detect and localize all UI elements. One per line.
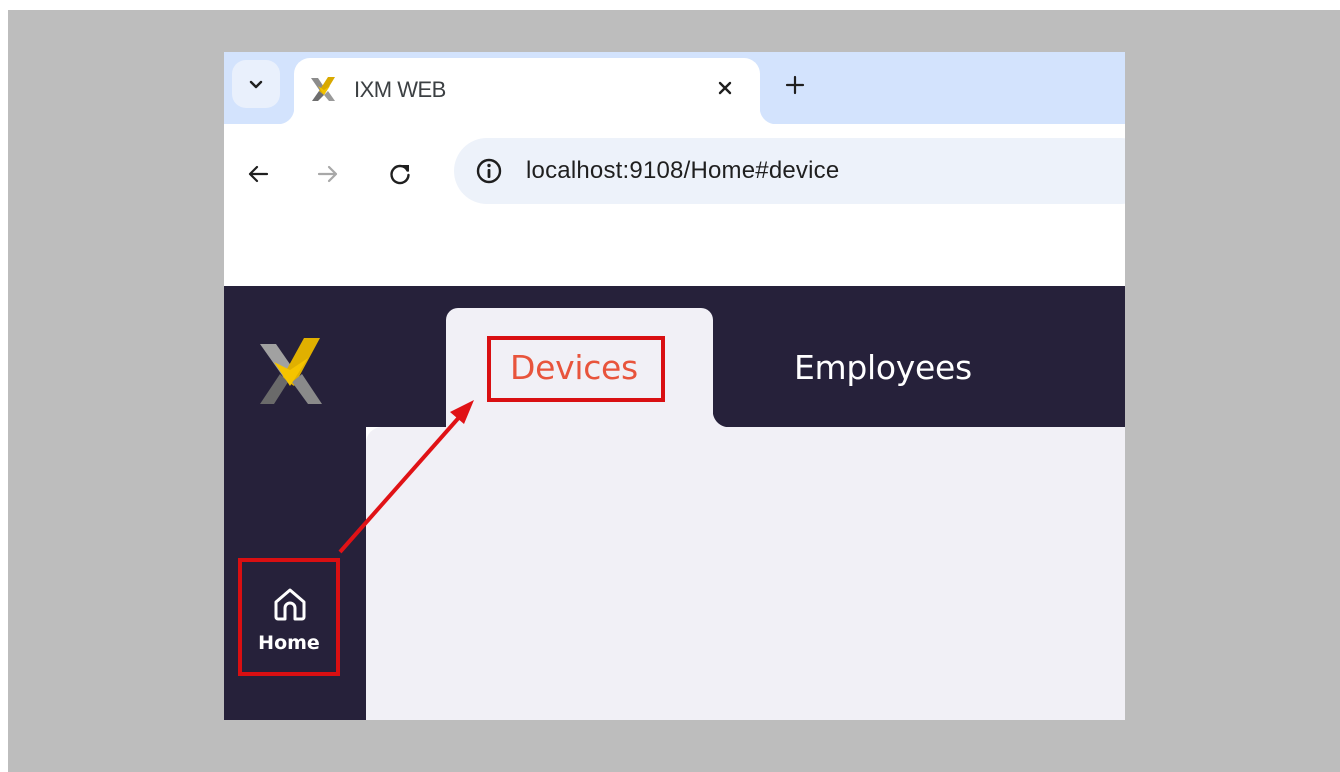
browser-toolbar: localhost:9108/Home#device [224,124,1125,220]
tab-search-button[interactable] [232,60,280,108]
info-icon[interactable] [474,156,504,186]
close-icon [718,81,732,95]
ixm-logo-icon [311,77,335,101]
chevron-down-icon [249,80,263,89]
tab-strip: IXM WEB [224,52,1125,124]
reload-button[interactable] [380,154,420,194]
forward-button[interactable] [308,154,348,194]
back-button[interactable] [238,154,278,194]
annotation-highlight-home [238,558,340,676]
forward-arrow-icon [317,165,338,183]
annotation-highlight-devices [487,336,665,402]
new-tab-button[interactable] [776,66,814,104]
plus-icon [785,75,805,95]
url-text[interactable]: localhost:9108/Home#device [526,157,839,185]
tab-title: IXM WEB [354,77,446,102]
ixm-logo-icon [260,338,322,404]
browser-tab[interactable]: IXM WEB [294,58,760,124]
reload-icon [390,164,410,185]
main-content [366,427,1125,720]
tab-employees[interactable]: Employees [794,348,972,387]
address-bar[interactable]: localhost:9108/Home#device [454,138,1125,204]
browser-window: IXM WEB localhost:9108/Home#device Devic… [224,52,1125,720]
tab-close-button[interactable] [708,71,742,105]
back-arrow-icon [248,165,269,183]
